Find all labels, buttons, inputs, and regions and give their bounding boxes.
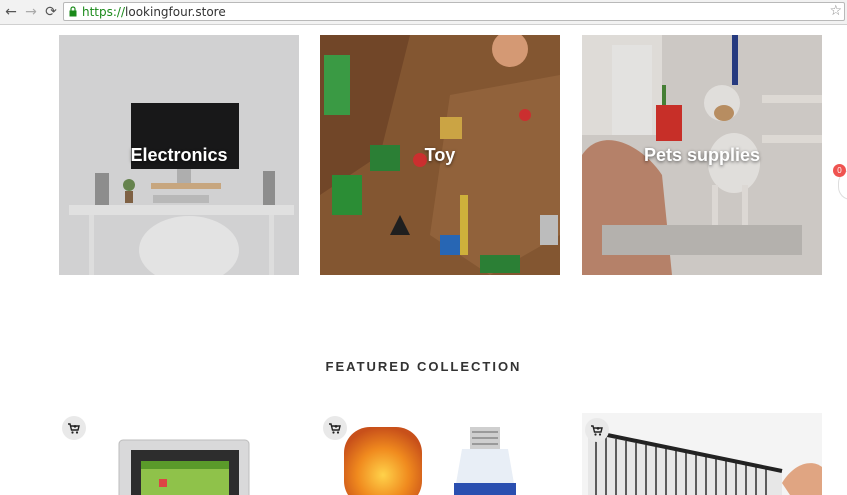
add-to-cart-button[interactable] — [585, 418, 609, 442]
url-host: lookingfour.store — [125, 5, 226, 19]
category-tile-electronics[interactable]: Electronics — [59, 35, 299, 275]
url-scheme: https:// — [82, 5, 126, 19]
product-image — [582, 413, 822, 495]
category-label: Electronics — [130, 145, 228, 165]
product-card[interactable] — [59, 413, 299, 495]
cart-icon — [591, 424, 603, 436]
cart-icon — [68, 422, 80, 434]
bookmark-star-icon[interactable]: ☆ — [829, 3, 842, 19]
category-tile-toy[interactable]: Toy — [320, 35, 560, 275]
product-image — [344, 427, 516, 495]
add-to-cart-button[interactable] — [323, 416, 347, 440]
cart-count-badge: 0 — [833, 164, 846, 177]
forward-icon[interactable]: → — [22, 3, 40, 21]
featured-collection-heading: FEATURED COLLECTION — [325, 359, 522, 374]
lock-icon — [69, 6, 77, 17]
product-card[interactable] — [582, 413, 822, 495]
address-bar[interactable]: https://lookingfour.store ☆ — [63, 2, 845, 21]
back-icon[interactable]: ← — [2, 3, 20, 21]
reload-icon[interactable]: ⟳ — [42, 3, 60, 21]
add-to-cart-button[interactable] — [62, 416, 86, 440]
product-image — [118, 439, 250, 495]
url-text[interactable]: https://lookingfour.store — [82, 5, 226, 19]
category-tile-pets-supplies[interactable]: Pets supplies — [582, 35, 822, 275]
category-label: Pets supplies — [643, 145, 761, 165]
browser-toolbar: ← → ⟳ https://lookingfour.store ☆ — [0, 0, 847, 25]
product-card[interactable] — [320, 413, 560, 495]
category-label: Toy — [424, 145, 456, 165]
cart-icon — [329, 422, 341, 434]
